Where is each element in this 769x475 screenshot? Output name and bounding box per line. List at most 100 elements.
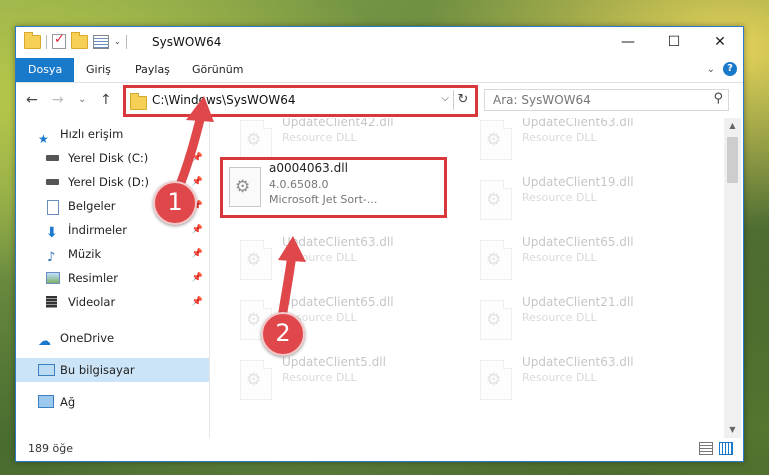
- file-name: UpdateClient19.dll: [522, 175, 634, 189]
- sidebar-item-this-pc[interactable]: Bu bilgisayar: [16, 358, 209, 382]
- properties-check-icon[interactable]: [52, 32, 66, 49]
- address-path[interactable]: C:\Windows\SysWOW64: [152, 93, 296, 107]
- dll-file-icon: [480, 120, 512, 160]
- cloud-icon: ☁: [38, 334, 51, 349]
- sidebar-item-label: Yerel Disk (C:): [68, 151, 149, 165]
- dll-file-icon: [480, 240, 512, 280]
- back-arrow-icon[interactable]: ←: [26, 92, 38, 108]
- tab-share[interactable]: Paylaş: [123, 58, 182, 82]
- drive-icon: [46, 179, 59, 185]
- quick-access-dropdown[interactable]: ⌄: [114, 37, 121, 46]
- pin-icon[interactable]: 📌: [192, 242, 203, 266]
- recent-locations-icon[interactable]: ⌄: [78, 94, 86, 105]
- file-name: UpdateClient65.dll: [282, 295, 394, 309]
- file-tile[interactable]: UpdateClient65.dll Resource DLL: [474, 233, 694, 289]
- pin-icon[interactable]: 📌: [192, 218, 203, 242]
- new-folder-icon[interactable]: [71, 31, 88, 49]
- sidebar-item-local-disk-c[interactable]: Yerel Disk (C:) 📌: [16, 146, 209, 170]
- close-button[interactable]: ✕: [697, 27, 743, 58]
- tiles-view-icon[interactable]: [719, 442, 733, 455]
- file-description: Resource DLL: [282, 131, 357, 144]
- sidebar-item-label: İndirmeler: [68, 223, 127, 237]
- tab-view[interactable]: Görünüm: [180, 58, 255, 82]
- help-icon[interactable]: ?: [723, 62, 737, 76]
- search-box[interactable]: ⚲: [484, 89, 729, 111]
- sidebar-item-label: Yerel Disk (D:): [68, 175, 150, 189]
- file-tile[interactable]: UpdateClient5.dll Resource DLL: [234, 353, 454, 409]
- file-tile[interactable]: UpdateClient63.dll Resource DLL: [474, 118, 694, 169]
- forward-arrow-icon[interactable]: →: [52, 92, 64, 108]
- quick-access-toolbar: ⌄: [24, 31, 127, 49]
- file-name: UpdateClient63.dll: [282, 235, 394, 249]
- star-icon: ★: [38, 132, 49, 146]
- file-description: Resource DLL: [522, 191, 597, 204]
- file-name: UpdateClient63.dll: [522, 118, 634, 129]
- sidebar-item-network[interactable]: Ağ: [16, 390, 209, 414]
- computer-icon: [38, 364, 55, 376]
- tab-file[interactable]: Dosya: [16, 58, 75, 82]
- sidebar-item-label: Ağ: [60, 395, 76, 409]
- file-description: Resource DLL: [282, 371, 357, 384]
- pin-icon[interactable]: 📌: [192, 266, 203, 290]
- minimize-button[interactable]: —: [605, 27, 651, 58]
- up-arrow-icon[interactable]: ↑: [100, 92, 112, 108]
- dll-file-icon: [240, 240, 272, 280]
- refresh-icon[interactable]: ↻: [453, 90, 472, 110]
- toolbar-separator: [125, 34, 127, 49]
- dll-file-icon: [480, 300, 512, 340]
- file-name: a0004063.dll: [269, 161, 348, 175]
- title-bar[interactable]: ⌄ SysWOW64 — ☐ ✕: [16, 27, 743, 58]
- highlighted-file-tile[interactable]: a0004063.dll 4.0.6508.0 Microsoft Jet So…: [220, 157, 447, 218]
- details-view-icon[interactable]: [699, 442, 713, 455]
- file-description: Resource DLL: [522, 131, 597, 144]
- customize-icon[interactable]: [93, 34, 109, 49]
- scroll-down-icon[interactable]: ▼: [724, 422, 741, 438]
- tab-home[interactable]: Giriş: [74, 58, 123, 82]
- file-description: Microsoft Jet Sort-...: [269, 193, 378, 206]
- file-name: UpdateClient5.dll: [282, 355, 386, 369]
- file-description: Resource DLL: [282, 251, 357, 264]
- file-tile[interactable]: UpdateClient21.dll Resource DLL: [474, 293, 694, 349]
- folder-icon: [130, 93, 147, 110]
- maximize-button[interactable]: ☐: [651, 27, 697, 58]
- address-dropdown-icon[interactable]: ⌵: [441, 93, 449, 104]
- view-switcher: [699, 442, 733, 455]
- sidebar-item-videos[interactable]: Videolar 📌: [16, 290, 209, 314]
- address-bar[interactable]: C:\Windows\SysWOW64 ⌵ ↻: [123, 85, 478, 117]
- file-tile[interactable]: UpdateClient63.dll Resource DLL: [234, 233, 454, 289]
- picture-icon: [46, 272, 60, 284]
- file-tile[interactable]: UpdateClient63.dll Resource DLL: [474, 353, 694, 409]
- sidebar-item-pictures[interactable]: Resimler 📌: [16, 266, 209, 290]
- search-input[interactable]: [491, 92, 695, 108]
- file-name: UpdateClient65.dll: [522, 235, 634, 249]
- network-icon: [38, 395, 54, 408]
- dll-file-icon: [480, 180, 512, 220]
- document-icon: [47, 200, 59, 215]
- step-badge-1: 1: [153, 181, 197, 225]
- file-description: Resource DLL: [522, 371, 597, 384]
- file-description: Resource DLL: [522, 311, 597, 324]
- scroll-thumb[interactable]: [727, 137, 738, 183]
- ribbon-expand-icon[interactable]: ⌄: [707, 64, 715, 75]
- search-icon[interactable]: ⚲: [713, 91, 723, 106]
- file-tile[interactable]: UpdateClient19.dll Resource DLL: [474, 173, 694, 229]
- pin-icon[interactable]: 📌: [192, 290, 203, 314]
- sidebar-item-quick-access[interactable]: ★ Hızlı erişim: [16, 122, 209, 146]
- folder-icon: [24, 31, 41, 49]
- sidebar-item-label: Videolar: [68, 295, 116, 309]
- dll-file-icon: [229, 167, 261, 207]
- sidebar-item-onedrive[interactable]: ☁ OneDrive: [16, 326, 209, 350]
- item-count: 189 öğe: [28, 442, 73, 455]
- status-bar: 189 öğe: [16, 438, 743, 460]
- pin-icon[interactable]: 📌: [192, 146, 203, 170]
- window-title: SysWOW64: [152, 35, 222, 49]
- sidebar-item-label: Resimler: [68, 271, 118, 285]
- file-version: 4.0.6508.0: [269, 178, 329, 191]
- drive-icon: [46, 155, 59, 161]
- step-badge-2: 2: [261, 312, 305, 356]
- file-name: UpdateClient42.dll: [282, 118, 394, 129]
- sidebar-item-label: Müzik: [68, 247, 102, 261]
- vertical-scrollbar[interactable]: ▲ ▼: [724, 118, 741, 438]
- scroll-up-icon[interactable]: ▲: [724, 118, 741, 134]
- sidebar-item-music[interactable]: ♪ Müzik 📌: [16, 242, 209, 266]
